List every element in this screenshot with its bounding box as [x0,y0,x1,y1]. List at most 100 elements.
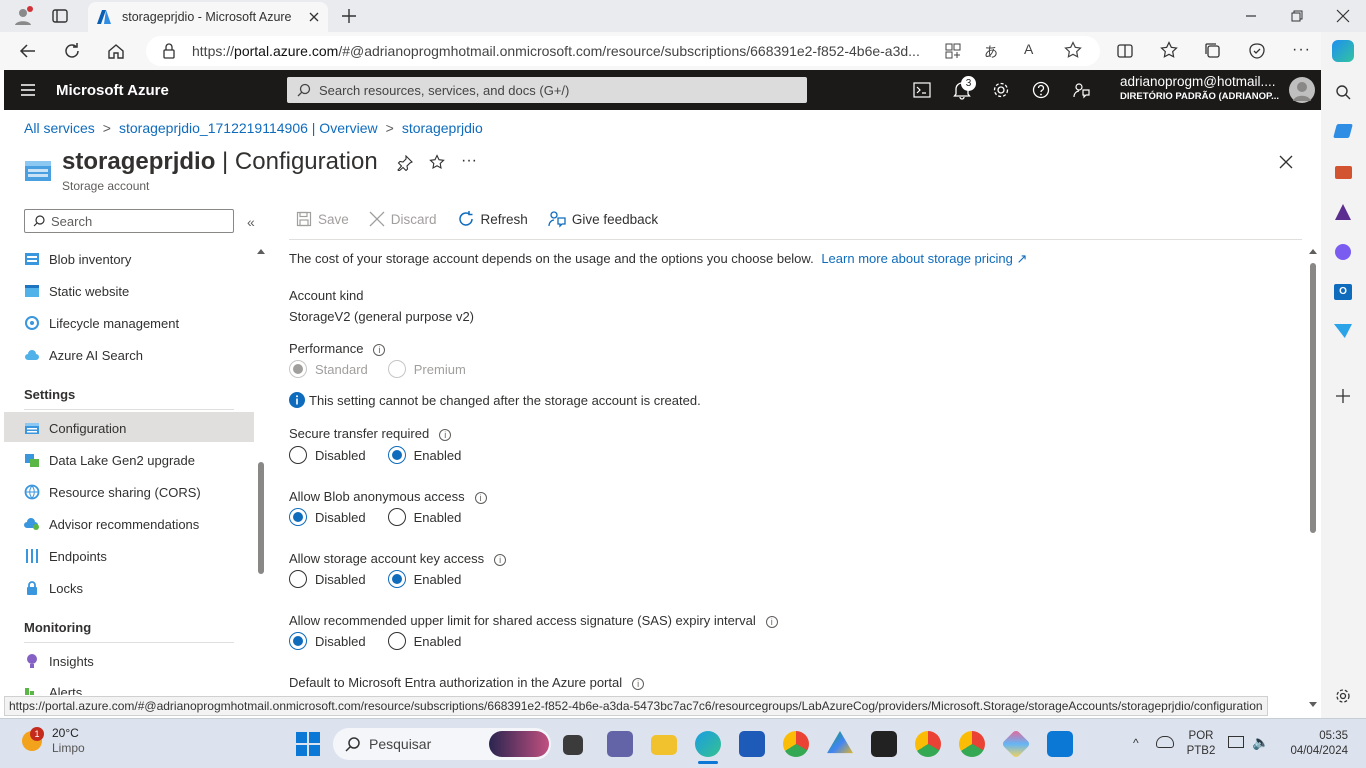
outlook-icon[interactable]: O [1334,284,1352,300]
nav-item-azure-ai-search[interactable]: Azure AI Search [24,339,254,371]
taskbar-search-input[interactable]: Pesquisar [333,728,551,760]
sidebar-add-icon[interactable] [1335,388,1351,404]
nav-item-endpoints[interactable]: Endpoints [24,540,254,572]
apps-available-icon[interactable] [944,42,962,60]
edge-icon[interactable] [695,731,721,757]
teams-icon[interactable] [607,731,633,757]
sas-enabled-radio[interactable]: Enabled [387,632,461,650]
breadcrumb-all-services[interactable]: All services [24,120,95,136]
profile-icon[interactable] [12,5,34,27]
nav-item-locks[interactable]: Locks [24,572,254,604]
send-icon[interactable] [1334,324,1352,338]
give-feedback-button[interactable]: Give feedback [548,210,658,228]
split-screen-icon[interactable] [1116,42,1134,60]
help-icon[interactable] [1032,81,1050,99]
feedback-icon[interactable] [1072,81,1090,99]
refresh-button[interactable]: Refresh [457,210,528,228]
chrome-icon[interactable] [783,731,809,757]
nav-scrollbar[interactable] [256,245,266,695]
read-aloud-icon[interactable]: A [1024,41,1033,57]
restore-icon[interactable] [1290,9,1304,23]
more-actions-icon[interactable]: ··· [461,152,477,170]
task-view-icon[interactable] [563,735,583,755]
sidebar-search-icon[interactable] [1335,84,1351,100]
nav-item-advisor[interactable]: Advisor recommendations [24,508,254,540]
nav-item-alerts[interactable]: Alerts [24,677,254,695]
performance-standard-radio[interactable]: Standard [289,360,368,378]
nav-item-insights[interactable]: Insights [24,645,254,677]
secure-transfer-enabled-radio[interactable]: Enabled [387,446,461,464]
save-button[interactable]: Save [296,211,349,227]
favorites-icon[interactable] [1160,41,1178,59]
key-access-disabled-radio[interactable]: Disabled [289,570,366,588]
tools-icon[interactable] [1335,166,1352,179]
file-explorer-icon[interactable] [651,735,677,755]
nav-header-settings[interactable]: Settings [24,387,75,402]
azure-brand[interactable]: Microsoft Azure [56,82,169,99]
blob-anon-disabled-radio[interactable]: Disabled [289,508,366,526]
sticky-app-icon[interactable] [871,731,897,757]
breadcrumb-overview[interactable]: storageprjdio_1712219114906 | Overview [119,120,378,136]
breadcrumb-storage-account[interactable]: storageprjdio [402,120,483,136]
info-icon[interactable]: i [439,428,452,441]
minimize-icon[interactable] [1244,9,1258,23]
global-search-input[interactable]: Search resources, services, and docs (G+… [287,77,807,103]
store-icon[interactable] [739,731,765,757]
windows-start-icon[interactable] [296,732,320,756]
nav-item-static-website[interactable]: Static website [24,275,254,307]
chrome-profile-icon[interactable] [915,731,941,757]
nav-search-input[interactable]: Search [24,209,234,233]
vscode-icon[interactable] [1047,731,1073,757]
avatar[interactable] [1289,77,1315,103]
nav-item-blob-inventory[interactable]: Blob inventory [24,243,254,275]
language-indicator[interactable]: POR PTB2 [1185,729,1217,759]
browser-essentials-icon[interactable] [1248,42,1266,60]
tab-actions-icon[interactable] [52,8,68,24]
cloud-tray-icon[interactable] [1156,736,1174,748]
chrome-profile-2-icon[interactable] [959,731,985,757]
account-info[interactable]: adrianoprogm@hotmail.... DIRETÓRIO PADRÃ… [1120,74,1285,104]
nav-item-configuration[interactable]: Configuration [24,412,254,444]
discard-button[interactable]: Discard [369,211,437,227]
shopping-tag-icon[interactable] [1333,124,1353,138]
tray-chevron-icon[interactable]: ^ [1133,736,1139,750]
new-tab-icon[interactable] [340,7,358,25]
favorite-star-icon[interactable] [1064,41,1082,59]
more-options-icon[interactable]: ··· [1292,41,1311,59]
info-icon[interactable]: i [474,491,487,504]
info-icon[interactable]: i [494,553,507,566]
content-scrollbar[interactable] [1306,245,1320,715]
network-icon[interactable] [1228,736,1244,748]
back-icon[interactable] [13,36,43,66]
settings-gear-icon[interactable] [992,81,1010,99]
volume-icon[interactable]: 🔈 [1252,734,1269,751]
cloud-shell-icon[interactable] [913,81,931,99]
info-icon[interactable]: i [632,677,645,690]
collections-icon[interactable] [1204,42,1222,60]
translate-icon[interactable]: あ [984,42,998,62]
secure-transfer-disabled-radio[interactable]: Disabled [289,446,366,464]
clock[interactable]: 05:35 04/04/2024 [1280,729,1348,759]
performance-premium-radio[interactable]: Premium [387,360,466,378]
lock-icon[interactable] [162,43,176,59]
portal-menu-icon[interactable] [20,83,36,97]
close-window-icon[interactable] [1336,9,1350,23]
storage-pricing-link[interactable]: Learn more about storage pricing ↗ [821,251,1027,266]
games-icon[interactable] [1335,204,1351,220]
info-icon[interactable]: i [373,343,386,356]
info-icon[interactable]: i [765,615,778,628]
close-tab-icon[interactable] [308,11,320,23]
pin-icon[interactable] [397,155,413,171]
nav-item-cors[interactable]: Resource sharing (CORS) [24,476,254,508]
nav-header-monitoring[interactable]: Monitoring [24,620,91,635]
reload-icon[interactable] [57,36,87,66]
sas-disabled-radio[interactable]: Disabled [289,632,366,650]
nav-item-lifecycle-management[interactable]: Lifecycle management [24,307,254,339]
copilot-icon[interactable] [1332,40,1354,62]
browser-tab-active[interactable]: storageprjdio - Microsoft Azure [88,2,328,32]
favorite-icon[interactable] [429,154,445,170]
home-icon[interactable] [101,36,131,66]
key-access-enabled-radio[interactable]: Enabled [387,570,461,588]
microsoft-365-icon[interactable] [1335,244,1351,260]
blob-anon-enabled-radio[interactable]: Enabled [387,508,461,526]
